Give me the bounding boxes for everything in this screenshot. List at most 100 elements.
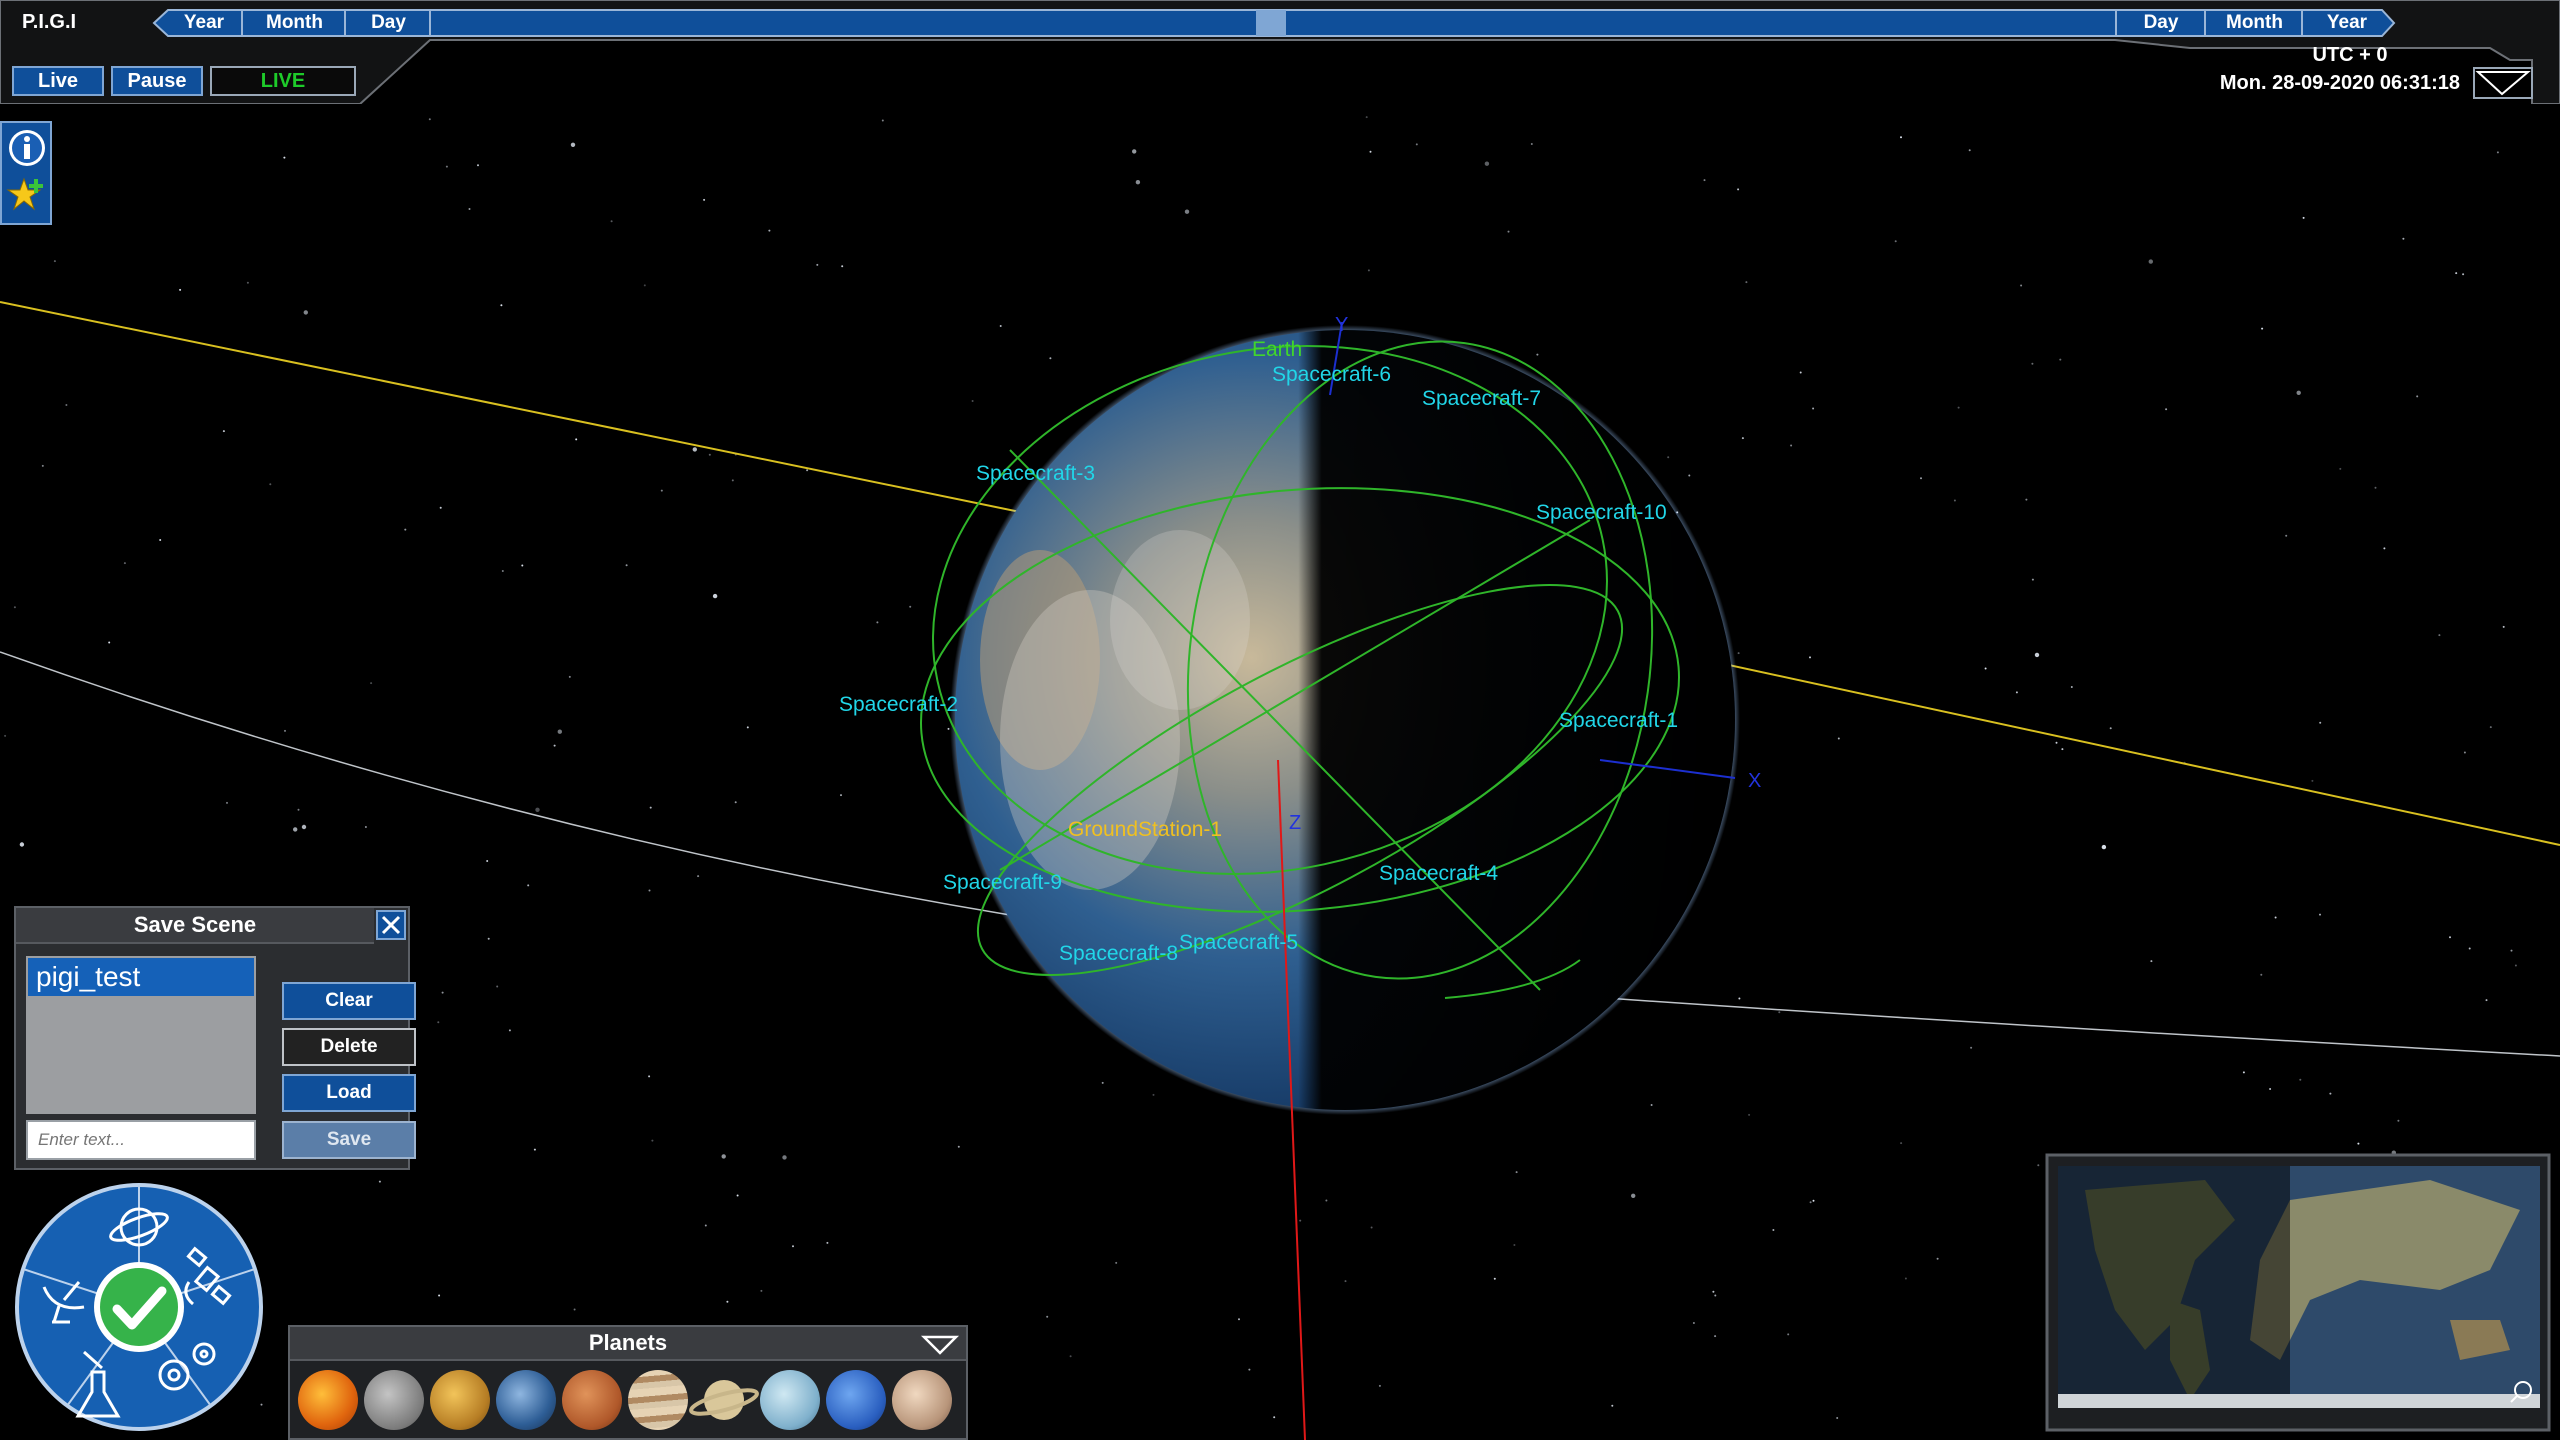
star	[2070, 686, 2073, 688]
scene-list[interactable]: pigi_test	[26, 956, 256, 1114]
star	[2269, 1088, 2272, 1090]
confirm-check-icon[interactable]	[94, 1262, 184, 1352]
star	[736, 1194, 739, 1197]
planet-earth[interactable]	[496, 1370, 556, 1430]
star	[1152, 1093, 1155, 1096]
planet-mars[interactable]	[562, 1370, 622, 1430]
earth-label[interactable]: Earth	[1252, 338, 1302, 362]
star	[1135, 180, 1141, 185]
favorite-add-icon[interactable]	[6, 177, 43, 211]
save-scene-title: Save Scene	[16, 908, 374, 944]
star	[1936, 1257, 1939, 1260]
scene-name-input[interactable]	[26, 1120, 256, 1160]
spacecraft-label-6[interactable]: Spacecraft-6	[1272, 363, 1391, 387]
star	[648, 889, 651, 892]
spacecraft-label-1[interactable]: Spacecraft-1	[1559, 709, 1678, 733]
spacecraft-label-8[interactable]: Spacecraft-8	[1059, 942, 1178, 966]
star	[2496, 151, 2499, 154]
star	[2449, 936, 2451, 939]
star	[1968, 149, 1971, 152]
clear-button[interactable]: Clear	[282, 982, 416, 1020]
planet-uranus[interactable]	[760, 1370, 820, 1430]
star	[1688, 474, 1691, 477]
chevron-down-icon[interactable]	[920, 1333, 960, 1355]
delete-button[interactable]: Delete	[282, 1028, 416, 1066]
star	[1809, 1201, 1812, 1204]
star	[2339, 467, 2342, 470]
chevron-down-icon	[2475, 71, 2531, 96]
timeline-day-forward[interactable]: Day	[2118, 9, 2204, 37]
star	[527, 884, 530, 887]
star	[1737, 652, 1740, 655]
star	[283, 156, 286, 159]
star	[2055, 741, 2058, 744]
planet-venus[interactable]	[430, 1370, 490, 1430]
star	[1115, 1261, 1118, 1264]
timeline-playhead[interactable]	[1256, 10, 1286, 36]
star	[2374, 486, 2377, 489]
pause-button[interactable]: Pause	[111, 66, 203, 96]
space-scene-viewport[interactable]	[0, 0, 2560, 1440]
spacecraft-label-10[interactable]: Spacecraft-10	[1536, 501, 1667, 525]
scene-list-item-selected[interactable]: pigi_test	[28, 958, 254, 996]
star	[2020, 284, 2023, 287]
radial-menu[interactable]	[14, 1182, 264, 1432]
planet-sun[interactable]	[298, 1370, 358, 1430]
spacecraft-label-9[interactable]: Spacecraft-9	[943, 871, 1062, 895]
star	[1900, 1142, 1903, 1145]
app-title: P.I.G.I	[22, 11, 77, 33]
star	[2311, 779, 2314, 782]
star	[65, 404, 68, 406]
timeline-month-forward[interactable]: Month	[2207, 9, 2302, 37]
planet-neptune[interactable]	[826, 1370, 886, 1430]
spacecraft-label-7[interactable]: Spacecraft-7	[1422, 387, 1541, 411]
planet-saturn[interactable]	[688, 1370, 760, 1430]
star	[4, 734, 7, 737]
star	[573, 1308, 576, 1311]
timeline-day-back[interactable]: Day	[347, 9, 430, 37]
star	[269, 483, 272, 486]
star	[1714, 1294, 1717, 1297]
timeline-year-back[interactable]: Year	[166, 9, 242, 37]
star	[1809, 656, 1811, 659]
planet-jupiter[interactable]	[628, 1370, 688, 1430]
timeline-year-forward[interactable]: Year	[2304, 9, 2390, 37]
planet-moon[interactable]	[364, 1370, 424, 1430]
star	[533, 1148, 536, 1151]
spacecraft-label-3[interactable]: Spacecraft-3	[976, 462, 1095, 486]
star	[1812, 1199, 1815, 1202]
planets-title: Planets	[290, 1327, 966, 1361]
info-icon[interactable]	[9, 130, 45, 166]
spacecraft-label-2[interactable]: Spacecraft-2	[839, 693, 958, 717]
load-button[interactable]: Load	[282, 1074, 416, 1112]
star	[41, 464, 44, 467]
star	[2416, 395, 2419, 398]
save-button[interactable]: Save	[282, 1121, 416, 1159]
star	[760, 1289, 763, 1292]
live-button[interactable]: Live	[12, 66, 104, 96]
star	[553, 744, 556, 747]
star	[1325, 1199, 1328, 1202]
star	[378, 1180, 381, 1183]
star	[1515, 1171, 1518, 1174]
star	[1184, 209, 1190, 214]
star	[568, 675, 571, 678]
star	[816, 263, 819, 266]
spacecraft-label-5[interactable]: Spacecraft-5	[1179, 931, 1298, 955]
star	[1507, 230, 1510, 233]
star	[521, 564, 524, 567]
spacecraft-label-4[interactable]: Spacecraft-4	[1379, 862, 1498, 886]
minimap[interactable]	[2045, 1153, 2551, 1432]
star	[2025, 498, 2028, 501]
planet-pluto[interactable]	[892, 1370, 952, 1430]
side-toolbar-icons	[6, 130, 45, 211]
close-button[interactable]	[376, 910, 406, 940]
timeline-month-back[interactable]: Month	[244, 9, 345, 37]
ground-station-label[interactable]: GroundStation-1	[1068, 818, 1222, 842]
star	[437, 1021, 440, 1024]
star	[297, 808, 300, 811]
star	[1748, 1113, 1751, 1116]
star	[486, 860, 489, 862]
star	[692, 447, 697, 452]
star	[2274, 916, 2277, 919]
